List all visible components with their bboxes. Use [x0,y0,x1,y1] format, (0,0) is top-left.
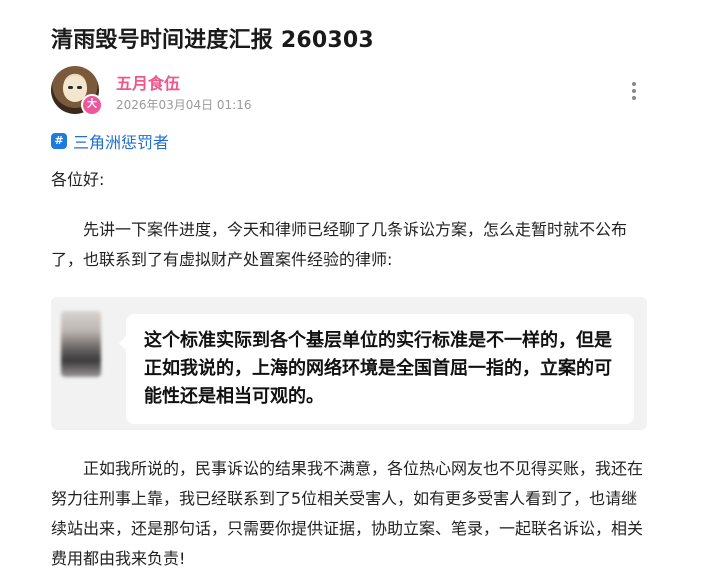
more-dot [632,96,636,100]
more-dot [632,89,636,93]
avatar-eye [77,86,82,89]
avatar-eye [68,86,73,89]
greeting-text: 各位好: [51,170,105,189]
more-options-icon[interactable] [622,80,646,104]
more-dot [632,82,636,86]
paragraph-appeal: 正如我所说的，民事诉讼的结果我不满意，各位热心网友也不见得买账，我还在努力往刑事… [51,459,644,568]
hashtag-icon: # [51,133,67,149]
topic-label: 三角洲惩罚者 [73,133,170,152]
blurred-avatar [61,311,101,377]
topic-tag[interactable]: # 三角洲惩罚者 [51,131,170,152]
author-avatar[interactable]: 大 [51,66,103,116]
level-badge: 大 [81,94,103,116]
paragraph-progress: 先讲一下案件进度，今天和律师已经聊了几条诉讼方案，怎么走暂时就不公布了，也联系到… [51,220,628,269]
author-name[interactable]: 五月食伍 [116,70,180,94]
chat-bubble: 这个标准实际到各个基层单位的实行标准是不一样的，但是正如我说的，上海的网络环境是… [119,314,634,424]
quoted-chat: 这个标准实际到各个基层单位的实行标准是不一样的，但是正如我说的，上海的网络环境是… [51,297,647,430]
post-title: 清雨毁号时间进度汇报 260303 [51,28,374,53]
post-timestamp: 2026年03月04日 01:16 [116,98,252,112]
